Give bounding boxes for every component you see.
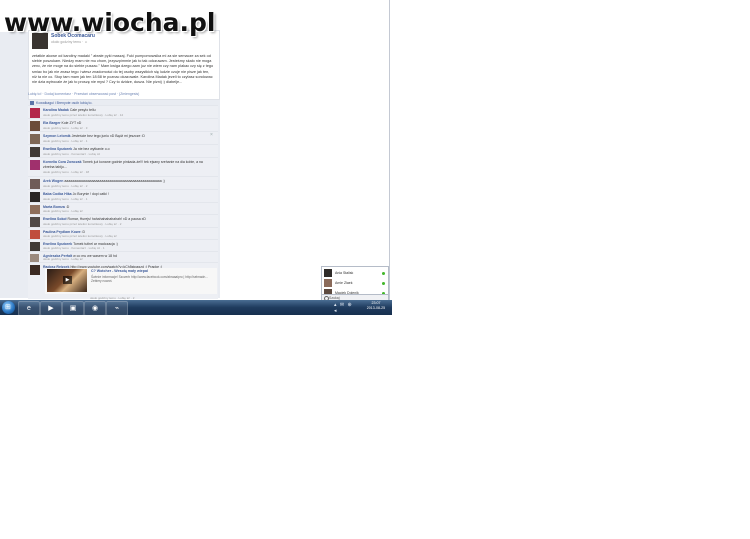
- comment-author[interactable]: Ewelina Sokoł: [43, 217, 67, 221]
- contact-name: Amie Zlaek: [335, 281, 353, 285]
- taskbar-media-button[interactable]: ▶: [40, 301, 62, 315]
- right-divider: [389, 0, 390, 300]
- comment: Ewelina Sputorek Ja nie bez wytkanie o.o…: [28, 144, 218, 157]
- windows-logo-icon: ⊞: [5, 304, 11, 311]
- play-icon[interactable]: ▶: [63, 276, 72, 284]
- comment-meta[interactable]: około godziny temu · Komentarz · Lubię t…: [43, 152, 100, 156]
- comment-avatar[interactable]: [30, 160, 40, 170]
- clock-date: 2013-08-25: [366, 306, 386, 310]
- comment-author[interactable]: Szymon Lelomik: [43, 134, 71, 138]
- comment-author[interactable]: Baba Codka Hika: [43, 192, 72, 196]
- comment-meta[interactable]: około godziny temu przez telefon komórko…: [43, 222, 121, 226]
- comment: Arek Wogen aaaaaaaaaaaaaaaaaaaaaaaaaaaaa…: [28, 176, 218, 189]
- comment-author[interactable]: Ela Barger: [43, 121, 61, 125]
- app-icon: ⌁: [114, 305, 120, 312]
- comment-author[interactable]: Kornelia Cora Zowczak: [43, 160, 82, 164]
- comment-text: Jesteście bez tego juniu xD Bądź mi jesz…: [71, 134, 145, 138]
- status-post: Sobek Ocomacaru około godziny temu · ☺ z…: [28, 30, 220, 100]
- post-actions[interactable]: Lubię to! · Dodaj komentarz · Przestań o…: [28, 92, 139, 96]
- right-background: [220, 32, 392, 298]
- post-text: zetatkie akowe od karoliny madaki " atea…: [32, 54, 214, 85]
- comment-avatar[interactable]: [30, 121, 40, 131]
- comment-text: aaaaaaaaaaaaaaaaaaaaaaaaaaaaaaaaaaaaaaaa…: [64, 179, 165, 183]
- tray-icons: ▴ ✉ ⊕ ◂: [334, 302, 353, 314]
- comment-meta[interactable]: około godziny temu przez telefon komórko…: [43, 234, 117, 238]
- attachment-description: Świeże informacje! Szczerb http://www.fa…: [91, 275, 208, 284]
- comment-avatar[interactable]: [30, 179, 40, 189]
- comment-meta[interactable]: około godziny temu · Lubię to! · 18: [43, 170, 89, 174]
- comment-text: Ja nie bez wytkanie o.o: [73, 147, 110, 151]
- comment: Ewelina Sputorek Tomek tuthel ar madczac…: [28, 239, 218, 252]
- comment-text: Całe pesylo tellu: [69, 108, 96, 112]
- media-player-icon: ▶: [48, 305, 54, 312]
- taskbar-app-button[interactable]: ⌁: [106, 301, 128, 315]
- taskbar-explorer-button[interactable]: ▣: [62, 301, 84, 315]
- comment: Marta Bomza :D około godziny temu · Lubi…: [28, 202, 218, 215]
- clock[interactable]: 23:07 2013-08-25: [362, 301, 390, 314]
- comment: Agnieszka Perfalt w co mu we wasem w 18 …: [28, 251, 218, 263]
- contact-avatar: [324, 269, 332, 277]
- comment-meta[interactable]: około godziny temu · Lubię to! · 3: [43, 126, 87, 130]
- system-tray[interactable]: ▴ ✉ ⊕ ◂: [334, 302, 358, 314]
- comment-meta[interactable]: około godziny temu · Komentarz · Lubię t…: [43, 246, 105, 250]
- comment-text: Kole ZYT xD: [61, 121, 82, 125]
- comment-author[interactable]: Ewelina Sputorek: [43, 147, 72, 151]
- folder-icon: ▣: [69, 305, 77, 312]
- comment-author[interactable]: Arek Wogen: [43, 179, 63, 183]
- comment: Ewelina Sokoł Romar, Hurejs! hahahahahah…: [28, 214, 218, 227]
- comment-meta[interactable]: około godziny temu przez telefon komórko…: [43, 113, 123, 117]
- ie-icon: e: [27, 305, 31, 312]
- taskbar: ⊞ e ▶ ▣ ◉ ⌁ ▴ ✉ ⊕ ◂ 23:07 2013-08-25: [0, 300, 392, 315]
- attachment-title[interactable]: C? Wotcher - Wesołą mały wiepal: [91, 269, 148, 273]
- comment-meta[interactable]: około godziny temu · Lubię to!: [43, 209, 83, 213]
- taskbar-browser-button[interactable]: ◉: [84, 301, 106, 315]
- comment: Baba Codka Hika Jo Borynie ! dopi catki …: [28, 189, 218, 202]
- comment-meta[interactable]: około godziny temu · Lubię to!: [43, 257, 83, 261]
- video-thumbnail[interactable]: ▶: [47, 269, 87, 292]
- comment-meta[interactable]: około godziny temu · Lubię to! · 1: [43, 197, 87, 201]
- comment-avatar[interactable]: [30, 265, 40, 275]
- comment-meta[interactable]: około godziny temu · Lubię to! · 1: [43, 139, 87, 143]
- comment: Szymon Lelomik Jesteście bez tego juniu …: [28, 131, 218, 144]
- close-icon[interactable]: ×: [210, 132, 213, 138]
- comment: Paulina Prydlam Kowe :D około godziny te…: [28, 227, 218, 240]
- link-attachment[interactable]: ▶ C? Wotcher - Wesołą mały wiepal Świeże…: [45, 268, 217, 294]
- comment-text: Jo Borynie ! dopi catki !: [72, 192, 109, 196]
- post-meta: około godziny temu · ☺: [51, 40, 88, 44]
- contact-avatar: [324, 279, 332, 287]
- comment-author[interactable]: Karolina Madak: [43, 108, 69, 112]
- comment-avatar[interactable]: [30, 217, 40, 227]
- left-pane: [0, 32, 26, 298]
- comment: Karolina Madak Całe pesylo tellu około g…: [28, 105, 218, 118]
- chat-contact[interactable]: Ania Stalisk: [324, 269, 386, 278]
- contact-name: Ania Stalisk: [335, 271, 354, 275]
- watermark-logo: www.wiocha.pl: [4, 8, 216, 37]
- comment-text: Romar, Hurejs! hahahahahahahah! xD a pau…: [67, 217, 146, 221]
- comment: Ela Barger Kole ZYT xD około godziny tem…: [28, 118, 218, 131]
- start-button[interactable]: ⊞: [2, 301, 15, 314]
- comment: Kornelia Cora Zowczak Tomek już konane g…: [28, 157, 218, 176]
- comment-avatar[interactable]: [30, 147, 40, 157]
- comment-meta[interactable]: około godziny temu · Lubię to! · 2: [43, 184, 87, 188]
- online-status-icon: [382, 272, 385, 275]
- screenshot: Sobek Ocomacaru około godziny temu · ☺ z…: [0, 0, 392, 315]
- taskbar-ie-button[interactable]: e: [18, 301, 40, 315]
- online-status-icon: [382, 282, 385, 285]
- comment-avatar[interactable]: [30, 134, 40, 144]
- comment-avatar[interactable]: [30, 192, 40, 202]
- chat-contact[interactable]: Amie Zlaek: [324, 279, 386, 288]
- comment-avatar[interactable]: [30, 108, 40, 118]
- browser-icon: ◉: [91, 305, 99, 312]
